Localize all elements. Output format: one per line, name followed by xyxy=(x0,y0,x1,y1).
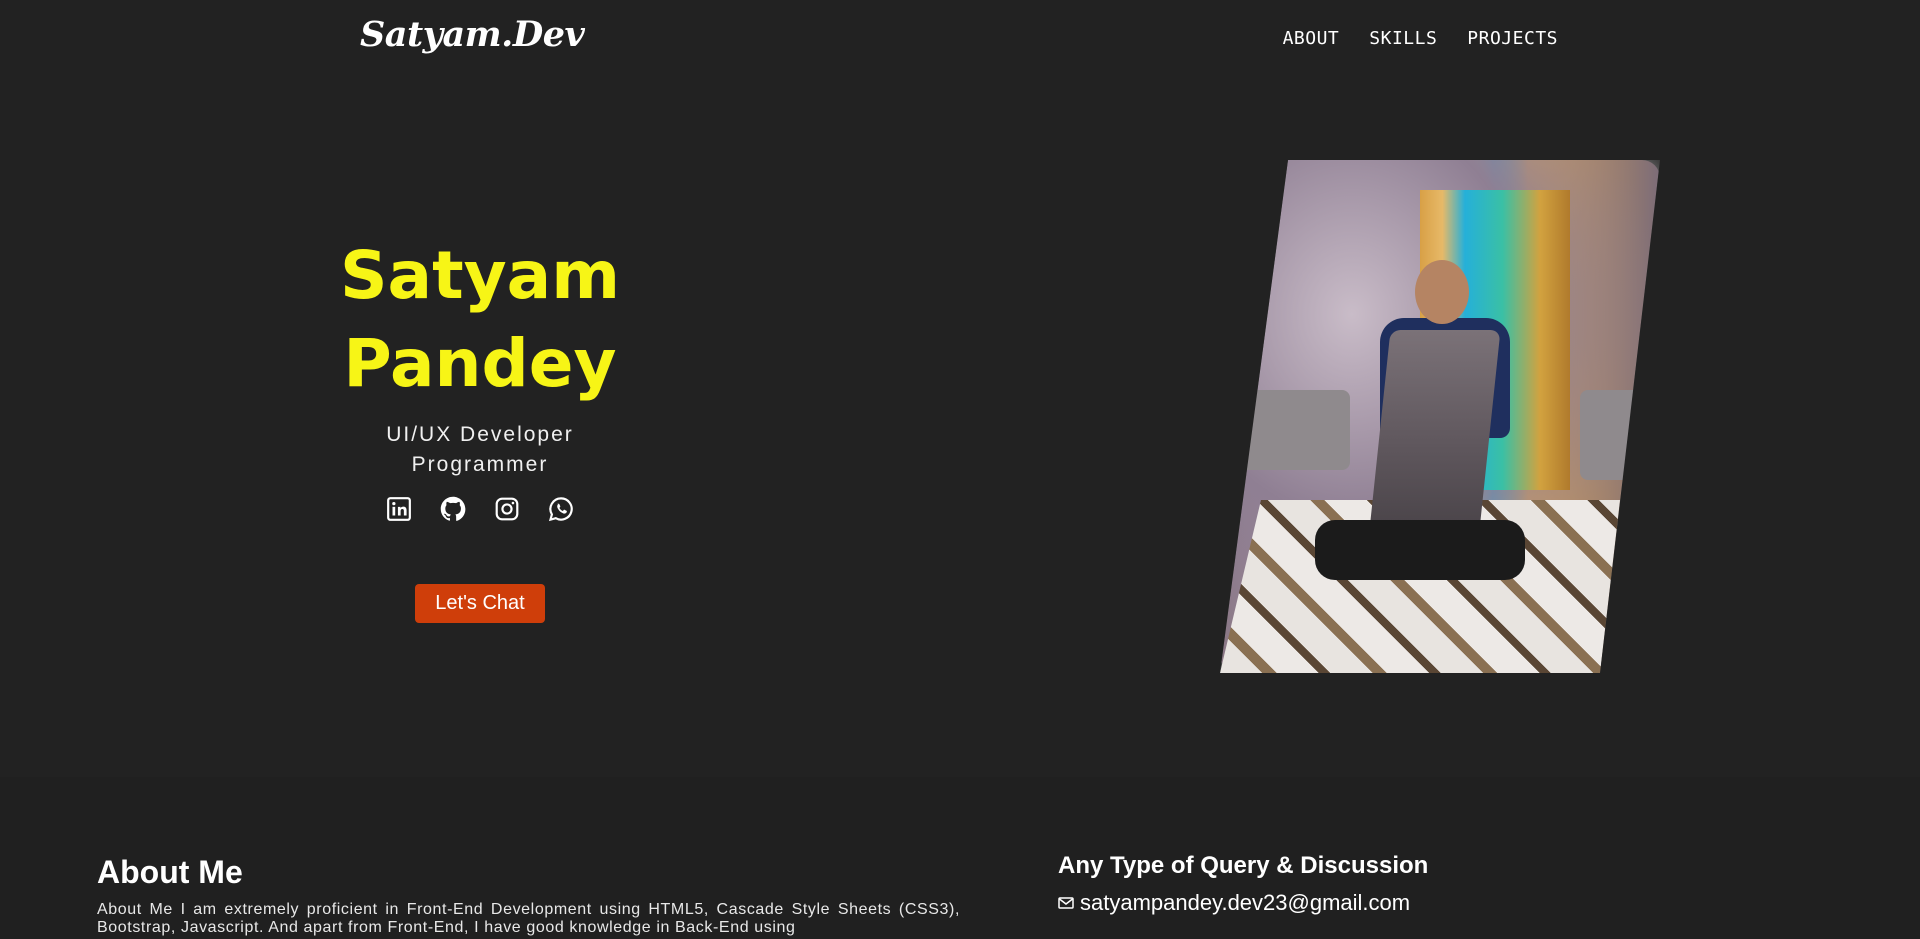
about-text: About Me I am extremely proficient in Fr… xyxy=(97,901,960,936)
hero-name: Satyam Pandey xyxy=(280,232,680,408)
lets-chat-button[interactable]: Let's Chat xyxy=(415,584,545,623)
navbar: Satyam.Dev ABOUT SKILLS PROJECTS xyxy=(0,0,1920,80)
profile-photo xyxy=(1220,160,1660,673)
photo-glow xyxy=(1220,160,1660,673)
nav-link-skills[interactable]: SKILLS xyxy=(1369,28,1437,49)
photo-person-legs xyxy=(1315,520,1525,580)
nav-link-projects[interactable]: PROJECTS xyxy=(1467,28,1558,49)
nav-links: ABOUT SKILLS PROJECTS xyxy=(1283,28,1558,49)
hero-role-line1: UI/UX Developer xyxy=(386,423,574,446)
photo-sofa-right xyxy=(1580,390,1650,480)
linkedin-icon[interactable] xyxy=(384,494,414,524)
hero-section: Satyam Pandey UI/UX Developer Programmer… xyxy=(0,80,1920,777)
github-icon[interactable] xyxy=(438,494,468,524)
hero-name-first: Satyam xyxy=(340,237,620,314)
hero-name-last: Pandey xyxy=(343,325,617,402)
photo-person-head xyxy=(1415,260,1469,324)
hero-intro: Satyam Pandey UI/UX Developer Programmer… xyxy=(280,232,680,623)
hero-role-line2: Programmer xyxy=(411,453,549,476)
hero-role: UI/UX Developer Programmer xyxy=(280,420,680,480)
brand-logo[interactable]: Satyam.Dev xyxy=(360,14,585,55)
photo-chair xyxy=(1369,330,1501,530)
instagram-icon[interactable] xyxy=(492,494,522,524)
about-contact-section: About Me About Me I am extremely profici… xyxy=(0,777,1920,939)
contact-block: Any Type of Query & Discussion satyampan… xyxy=(1058,852,1658,916)
contact-email[interactable]: satyampandey.dev23@gmail.com xyxy=(1058,890,1658,916)
photo-sofa-left xyxy=(1240,390,1350,470)
whatsapp-icon[interactable] xyxy=(546,494,576,524)
about-title: About Me xyxy=(97,854,243,890)
contact-email-text[interactable]: satyampandey.dev23@gmail.com xyxy=(1080,890,1410,916)
nav-link-about[interactable]: ABOUT xyxy=(1283,28,1340,49)
about-block: About Me About Me I am extremely profici… xyxy=(97,854,960,937)
contact-title: Any Type of Query & Discussion xyxy=(1058,852,1429,879)
social-links xyxy=(280,494,680,524)
mail-icon xyxy=(1058,890,1074,916)
